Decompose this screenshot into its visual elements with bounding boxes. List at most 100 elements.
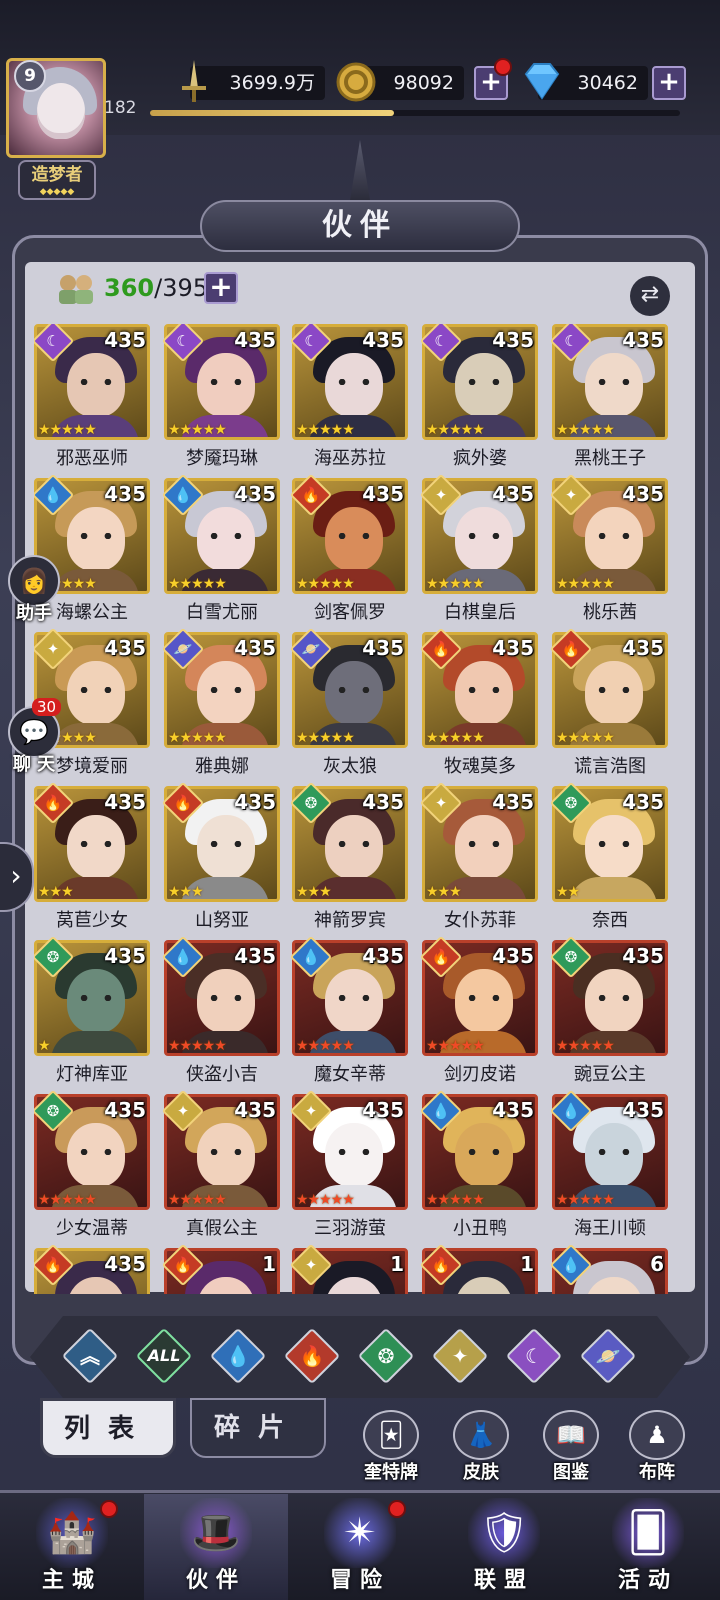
partner-card[interactable]: 🔥 435 ★★★★★ 剑刃皮诺 [419, 935, 538, 1085]
portrait-face [197, 353, 255, 417]
partner-level: 435 [492, 944, 534, 968]
partner-card[interactable]: 🔥 435 ★★★ 莴苣少女 [34, 781, 150, 931]
helper-button[interactable]: 👩 助手 [4, 555, 64, 625]
power-display: 3699.9万 [182, 60, 325, 102]
partner-card[interactable]: 🔥 1 [419, 1243, 538, 1294]
partner-card[interactable]: 💧 435 ★★★★★ 侠盗小吉 [161, 935, 280, 1085]
partner-card[interactable]: 💧 435 ★★★★★ 魔女辛蒂 [289, 935, 408, 1085]
portrait-face [325, 661, 383, 725]
partner-card[interactable]: ❂ 435 ★ 灯神库亚 [34, 935, 150, 1085]
portrait-eyes [79, 379, 113, 385]
portrait-face [67, 815, 125, 879]
element-symbol: 💧 [561, 1256, 581, 1274]
partner-level: 6 [650, 1252, 664, 1276]
portrait-eyes [467, 995, 501, 1001]
portrait-eyes [209, 995, 243, 1001]
partner-card[interactable]: ❂ 435 ★★ 奈西 [549, 781, 668, 931]
filter-light-button[interactable]: ✦ [431, 1327, 489, 1385]
partner-card[interactable]: 💧 435 ★★★★★ 白雪尤丽 [161, 473, 280, 623]
partner-level: 435 [622, 790, 664, 814]
partner-card[interactable]: ❂ 435 ★★★ 神箭罗宾 [289, 781, 408, 931]
partner-card[interactable]: 🔥 435 ★★★★★ 牧魂莫多 [419, 627, 538, 777]
partner-name: 真假公主 [186, 1218, 258, 1239]
element-symbol: ✦ [304, 1102, 318, 1120]
partner-card[interactable]: ☾ 435 ★★★★★ 海巫苏拉 [289, 324, 408, 469]
partner-card[interactable]: ✦ 1 [289, 1243, 408, 1294]
tool-button[interactable]: ♟ 布阵 [620, 1410, 694, 1484]
tool-button[interactable]: 👗 皮肤 [444, 1410, 518, 1484]
element-symbol: 💧 [173, 486, 193, 504]
nav-label: 主城 [41, 1568, 102, 1593]
partner-card[interactable]: 🔥 435 ★★★★★ 谎言浩图 [549, 627, 668, 777]
filter-wind-button[interactable]: ❂ [357, 1327, 415, 1385]
partner-name: 小丑鸭 [453, 1218, 507, 1239]
partner-card[interactable]: ❂ 435 ★★★★★ 豌豆公主 [549, 935, 668, 1085]
filter-moon-button[interactable]: ☾ [505, 1327, 563, 1385]
partner-card[interactable]: 🔥 435 ★★★ 山努亚 [161, 781, 280, 931]
portrait-face [67, 353, 125, 417]
portrait-face [197, 1123, 255, 1187]
player-rank-plate[interactable]: 造梦者 ◆◆◆◆◆ [18, 160, 96, 200]
filter-fire-button[interactable]: 🔥 [283, 1327, 341, 1385]
element-symbol: 🪐 [301, 640, 321, 658]
portrait-eyes [597, 533, 631, 539]
tool-label: 图鉴 [553, 1462, 589, 1483]
partner-card[interactable]: 🪐 435 ★★★★★ 灰太狼 [289, 627, 408, 777]
partner-name: 疯外婆 [453, 448, 507, 469]
partner-card[interactable]: ✦ 435 ★★★ 女仆苏菲 [419, 781, 538, 931]
add-diamond-button[interactable]: + [652, 66, 686, 100]
nav-item[interactable]: 🛡 联盟 [432, 1494, 576, 1600]
partner-level: 435 [234, 636, 276, 660]
partner-card[interactable]: 🔥 435 ★★★★★ 剑客佩罗 [289, 473, 408, 623]
partner-card[interactable]: ✦ 435 ★★★★★ 白棋皇后 [419, 473, 538, 623]
partner-name: 奈西 [592, 910, 628, 931]
tab-list[interactable]: 列表 [40, 1398, 176, 1458]
portrait-face [585, 507, 643, 571]
filter-arrow-button[interactable]: ︽ [61, 1327, 119, 1385]
chat-button[interactable]: 💬 30 聊 天 [4, 698, 64, 776]
sort-swap-button[interactable]: ⇄ [630, 276, 670, 316]
tool-button[interactable]: 📖 图鉴 [534, 1410, 608, 1484]
partner-level: 435 [492, 482, 534, 506]
page-title: 伙伴 [200, 200, 520, 252]
partner-card[interactable]: 💧 6 [549, 1243, 668, 1294]
nav-item[interactable]: ✴ 冒险 [288, 1494, 432, 1600]
portrait-face [67, 661, 125, 725]
element-symbol: 🔥 [173, 1256, 193, 1274]
portrait-eyes [209, 379, 243, 385]
partner-card[interactable]: ✦ 435 ★★★★★ 真假公主 [161, 1089, 280, 1239]
nav-item[interactable]: 🂠 活动 [576, 1494, 720, 1600]
partner-card[interactable]: 💧 435 ★★★★★ 小丑鸭 [419, 1089, 538, 1239]
nav-item[interactable]: 🎩 伙伴 [144, 1494, 288, 1600]
expand-capacity-button[interactable]: + [204, 272, 238, 304]
partner-card[interactable]: 🪐 435 ★★★★★ 雅典娜 [161, 627, 280, 777]
nav-item[interactable]: 🏰 主城 [0, 1494, 144, 1600]
partner-card[interactable]: ☾ 435 ★★★★★ 梦魇玛琳 [161, 324, 280, 469]
portrait-eyes [597, 841, 631, 847]
partner-level: 435 [362, 790, 404, 814]
partner-card[interactable]: ✦ 435 ★★★★★ 桃乐茜 [549, 473, 668, 623]
partner-level: 435 [104, 636, 146, 660]
partner-level: 435 [104, 482, 146, 506]
filter-planet-button[interactable]: 🪐 [579, 1327, 637, 1385]
partner-name: 灰太狼 [323, 756, 377, 777]
partner-stars: ★★ [556, 884, 580, 900]
partner-level: 435 [622, 636, 664, 660]
partner-card[interactable]: ✦ 435 ★★★★★ 三羽游萤 [289, 1089, 408, 1239]
filter-water-button[interactable]: 💧 [209, 1327, 267, 1385]
partner-card[interactable]: ❂ 435 ★★★★★ 少女温蒂 [34, 1089, 150, 1239]
partner-card[interactable]: 🔥 435 [34, 1243, 150, 1294]
partner-card[interactable]: ☾ 435 ★★★★★ 黑桃王子 [549, 324, 668, 469]
element-symbol: ☾ [176, 332, 190, 350]
filter-symbol: ✦ [451, 1344, 469, 1368]
element-symbol: ❂ [46, 948, 60, 966]
partner-card[interactable]: 🔥 1 [161, 1243, 280, 1294]
filter-all-button[interactable]: ALL [135, 1327, 193, 1385]
tool-button[interactable]: 🃏 奎特牌 [354, 1410, 428, 1484]
partner-stars: ★★★ [38, 884, 74, 900]
tab-fragments[interactable]: 碎片 [190, 1398, 326, 1458]
filter-symbol: 💧 [225, 1344, 251, 1368]
partner-card[interactable]: ☾ 435 ★★★★★ 邪恶巫师 [34, 324, 150, 469]
partner-card[interactable]: ☾ 435 ★★★★★ 疯外婆 [419, 324, 538, 469]
partner-card[interactable]: 💧 435 ★★★★★ 海王川顿 [549, 1089, 668, 1239]
